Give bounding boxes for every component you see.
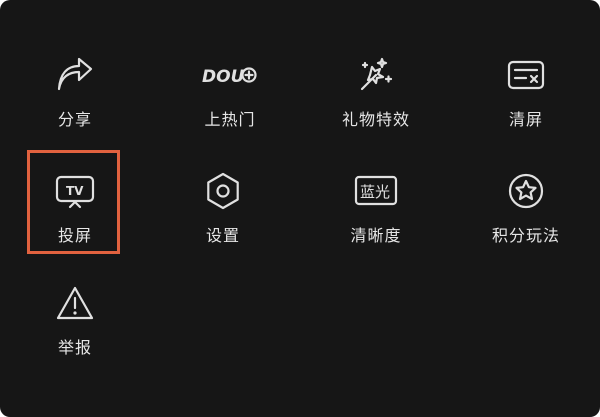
- cast-button[interactable]: TV 投屏: [15, 168, 135, 278]
- report-label: 举报: [57, 338, 92, 357]
- gift-effects-label: 礼物特效: [341, 110, 410, 129]
- settings-button[interactable]: 设置: [163, 168, 283, 278]
- points-label: 积分玩法: [491, 226, 560, 245]
- resolution-label: 清晰度: [350, 226, 402, 245]
- action-grid: 分享 DOU 上热门 礼物特效 清屏 TV 投屏 设置 蓝光 清晰度 积分玩法 …: [0, 0, 600, 417]
- hexagon-settings-icon: [200, 168, 246, 214]
- report-button[interactable]: 举报: [15, 280, 135, 390]
- share-arrow-icon: [52, 52, 98, 98]
- clear-screen-button[interactable]: 清屏: [466, 52, 586, 162]
- clear-screen-icon: [503, 52, 549, 98]
- hot-label: 上热门: [204, 110, 256, 129]
- resolution-button[interactable]: 蓝光 清晰度: [316, 168, 436, 278]
- clear-screen-label: 清屏: [508, 110, 543, 129]
- settings-label: 设置: [205, 226, 240, 245]
- cast-label: 投屏: [57, 226, 92, 245]
- magic-gift-icon: [353, 52, 399, 98]
- warning-triangle-icon: [52, 280, 98, 326]
- resolution-badge-icon: 蓝光: [353, 168, 399, 214]
- dou-plus-icon: DOU: [202, 52, 257, 98]
- tv-cast-icon: TV: [52, 168, 98, 214]
- share-button[interactable]: 分享: [15, 52, 135, 162]
- svg-text:DOU: DOU: [202, 67, 245, 87]
- svg-text:蓝光: 蓝光: [360, 183, 390, 201]
- hot-button[interactable]: DOU 上热门: [170, 52, 290, 162]
- gift-effects-button[interactable]: 礼物特效: [316, 52, 436, 162]
- share-label: 分享: [57, 110, 92, 129]
- more-actions-panel: 分享 DOU 上热门 礼物特效 清屏 TV 投屏 设置 蓝光 清晰度 积分玩法 …: [0, 0, 600, 417]
- star-circle-icon: [503, 168, 549, 214]
- svg-text:TV: TV: [66, 184, 84, 198]
- points-button[interactable]: 积分玩法: [466, 168, 586, 278]
